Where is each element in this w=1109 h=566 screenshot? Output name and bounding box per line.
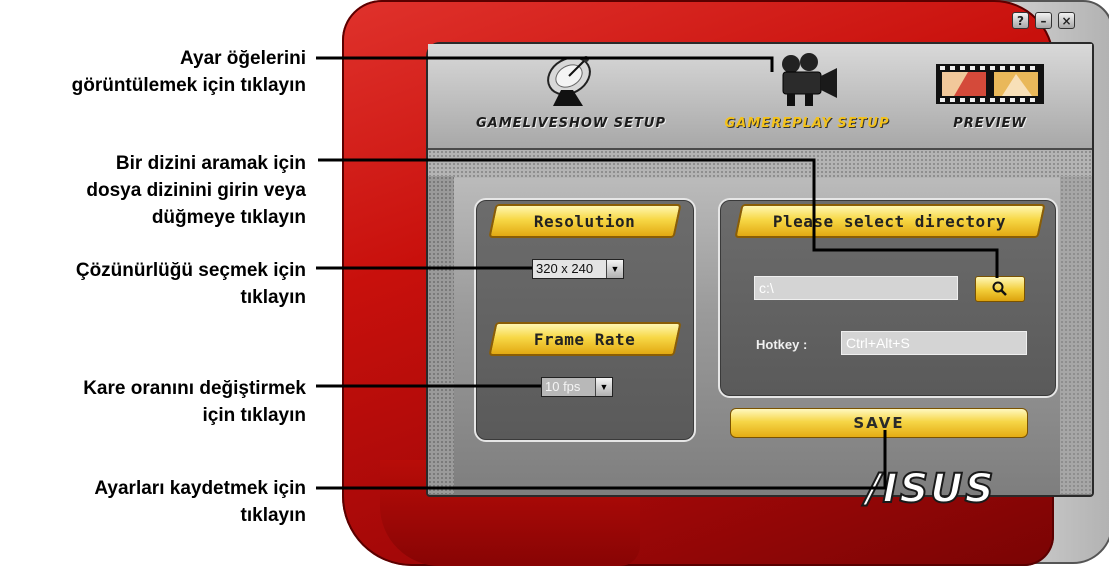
- directory-path-input[interactable]: c:\: [754, 276, 958, 300]
- resolution-select[interactable]: 320 x 240 ▼: [532, 259, 624, 279]
- close-button[interactable]: ×: [1058, 12, 1075, 29]
- window-controls: ? – ×: [1012, 12, 1075, 29]
- search-icon: [992, 281, 1007, 296]
- hotkey-input[interactable]: Ctrl+Alt+S: [841, 331, 1027, 355]
- tab-preview[interactable]: PREVIEW: [928, 52, 1052, 131]
- chevron-down-icon: ▼: [606, 260, 623, 278]
- callout-view-settings: Ayar öğelerini görüntülemek için tıklayı…: [71, 48, 306, 96]
- asus-logo: /ISUS: [865, 465, 996, 513]
- film-strip-icon: [932, 52, 1048, 110]
- video-camera-icon: [769, 52, 845, 110]
- frame-rate-heading: Frame Rate: [488, 322, 682, 356]
- callout-directory: Bir dizini aramak için dosya dizinini gi…: [86, 153, 306, 228]
- directory-heading: Please select directory: [734, 204, 1046, 238]
- chevron-down-icon: ▼: [595, 378, 612, 396]
- hotkey-label: Hotkey :: [756, 337, 808, 352]
- panel-texture-left: [428, 176, 454, 494]
- browse-directory-button[interactable]: [975, 276, 1025, 302]
- tab-gamereplay-setup[interactable]: GAMEREPLAY SETUP: [704, 52, 910, 131]
- panel-texture-top: [428, 150, 1092, 178]
- save-button[interactable]: SAVE: [730, 408, 1028, 438]
- help-button[interactable]: ?: [1012, 12, 1029, 29]
- satellite-dish-icon: [539, 52, 603, 110]
- callout-save: Ayarları kaydetmek için tıklayın: [94, 478, 306, 526]
- callout-resolution: Çözünürlüğü seçmek için tıklayın: [75, 260, 306, 308]
- minimize-button[interactable]: –: [1035, 12, 1052, 29]
- panel-texture-right: [1060, 176, 1092, 494]
- tab-gameliveshow-setup[interactable]: GAMELIVESHOW SETUP: [462, 52, 680, 131]
- callout-frame-rate: Kare oranını değiştirmek için tıklayın: [83, 378, 306, 426]
- resolution-heading: Resolution: [488, 204, 682, 238]
- frame-rate-select[interactable]: 10 fps ▼: [541, 377, 613, 397]
